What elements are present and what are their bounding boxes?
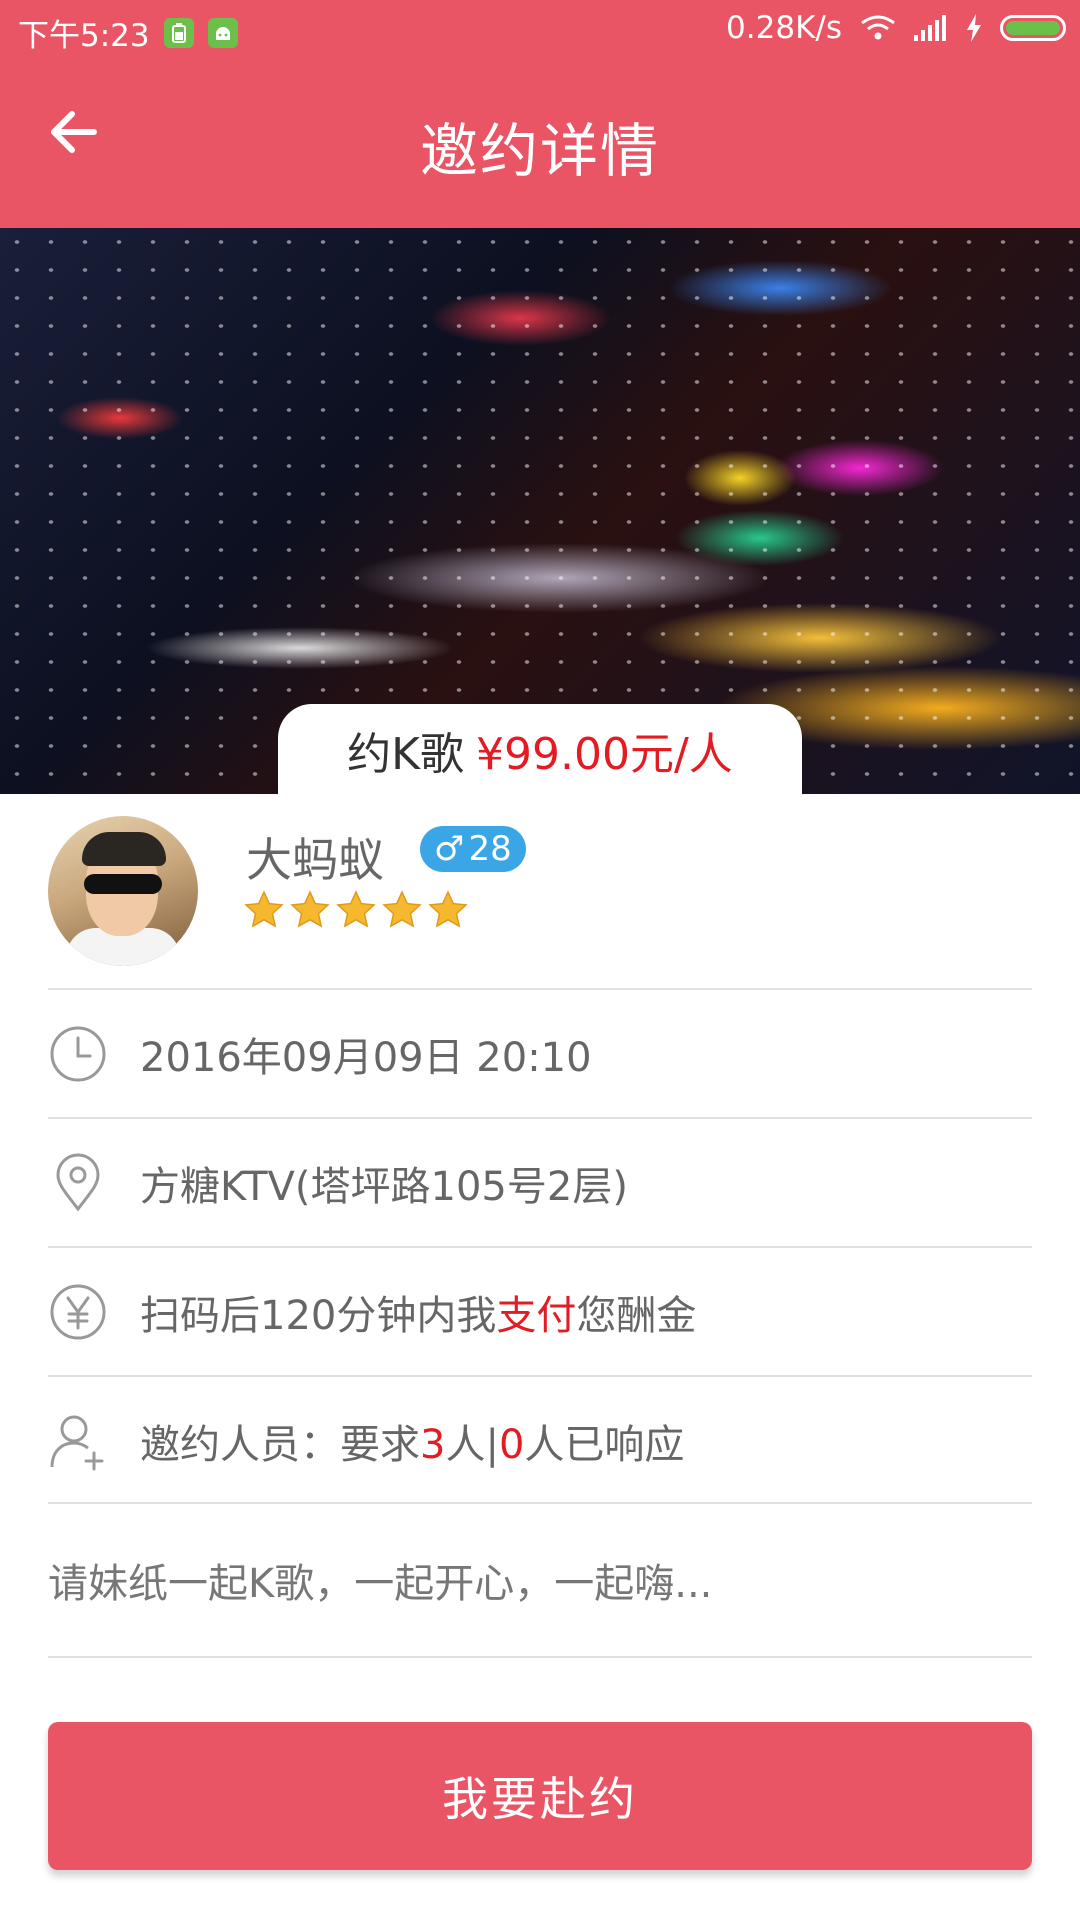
battery-icon [1000,15,1066,41]
participants-text: 邀约人员：要求3人|0人已响应 [140,1412,684,1470]
activity-label: 约K歌 [347,729,465,780]
participants-responded: 0 [498,1422,525,1468]
datetime-text: 2016年09月09日 20:10 [140,1035,592,1081]
payment-prefix: 扫码后120分钟内我 [140,1293,497,1339]
status-bar: 下午5:23 0.28K/s [0,0,1080,62]
star-icon [428,890,468,928]
battery-saver-icon [163,17,194,48]
price-tab: 约K歌 ¥99.00元/人 [278,704,802,796]
avatar[interactable] [48,816,198,966]
android-icon [207,17,238,48]
location-pin-icon [56,1153,100,1212]
participants-row: 邀约人员：要求3人|0人已响应 [48,1375,1032,1505]
signal-icon [914,15,946,41]
price-label: ¥99.00元/人 [476,729,733,780]
host-profile: 大蚂蚁 ♂ 28 [48,816,1032,988]
star-icon [382,890,422,928]
invite-description: 请妹纸一起K歌，一起开心，一起嗨... [48,1502,1032,1658]
wifi-icon [861,15,895,40]
male-icon: ♂ [434,829,465,869]
page-title: 邀约详情 [419,117,660,185]
rating-stars [244,890,468,930]
star-icon [244,890,284,928]
payment-row: 扫码后120分钟内我支付您酬金 [48,1246,1032,1376]
star-icon [336,890,376,928]
yuan-icon [50,1284,106,1340]
participants-mid: 人| [445,1422,499,1468]
app-bar: 邀约详情 [0,62,1080,228]
location-text: 方糖KTV(塔坪路105号2层) [140,1164,628,1210]
participants-suffix: 人已响应 [524,1422,685,1468]
payment-highlight: 支付 [496,1293,577,1339]
payment-suffix: 您酬金 [576,1293,697,1339]
participants-required: 3 [420,1422,446,1468]
status-time: 下午5:23 [18,18,150,54]
join-button[interactable]: 我要赴约 [48,1722,1032,1870]
host-name: 大蚂蚁 [246,833,384,887]
star-icon [290,890,330,928]
clock-icon [50,1026,106,1082]
charging-icon [967,14,981,42]
add-person-icon [50,1415,104,1471]
host-age: 28 [468,829,512,869]
payment-text: 扫码后120分钟内我支付您酬金 [140,1283,696,1341]
datetime-row: 2016年09月09日 20:10 [48,988,1032,1118]
participants-label: 邀约人员：要求 [140,1422,420,1468]
network-speed: 0.28K/s [726,10,842,46]
gender-age-badge: ♂ 28 [420,826,526,872]
location-row[interactable]: 方糖KTV(塔坪路105号2层) [48,1117,1032,1247]
